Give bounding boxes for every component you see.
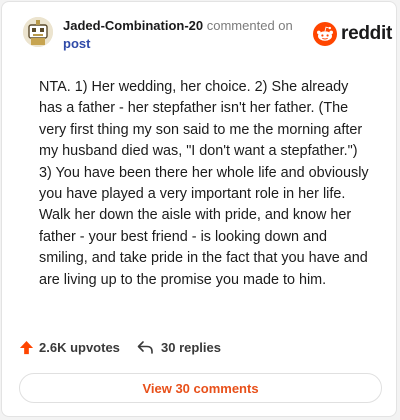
author-name[interactable]: Jaded-Combination-20 xyxy=(63,18,203,33)
reply-arrow-icon xyxy=(137,341,153,354)
comment-card: Jaded-Combination-20 commented on post r… xyxy=(1,1,397,417)
avatar[interactable] xyxy=(23,17,53,47)
reddit-snoo-icon xyxy=(313,22,337,46)
reddit-wordmark: reddit xyxy=(341,23,392,44)
post-link[interactable]: post xyxy=(63,36,90,52)
upvote-count: 2.6K upvotes xyxy=(39,340,120,355)
robot-avatar-icon xyxy=(23,17,53,47)
comment-action-text: commented on xyxy=(206,18,293,33)
reply-count: 30 replies xyxy=(161,340,221,355)
replies-button[interactable]: 30 replies xyxy=(137,340,221,355)
comment-body: NTA. 1) Her wedding, her choice. 2) She … xyxy=(39,79,369,288)
upvote-button[interactable]: 2.6K upvotes xyxy=(19,340,120,355)
comment-author-line: Jaded-Combination-20 commented on xyxy=(63,18,293,34)
reddit-logo[interactable]: reddit xyxy=(313,22,392,46)
upvote-arrow-icon xyxy=(19,340,34,355)
view-comments-button[interactable]: View 30 comments xyxy=(19,373,382,403)
